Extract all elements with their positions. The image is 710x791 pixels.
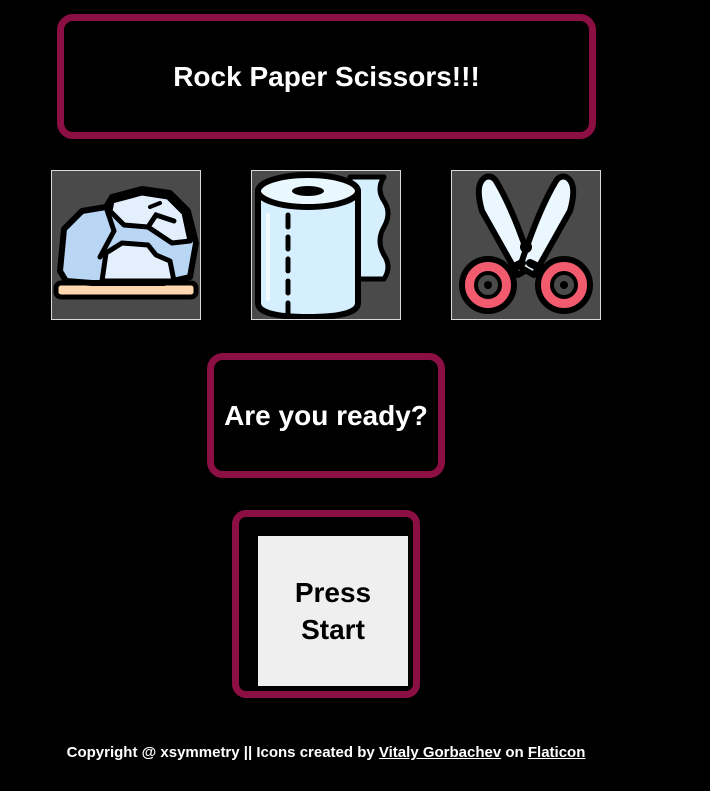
start-button[interactable]: Press Start	[258, 536, 408, 686]
game-page: Rock Paper Scissors!!! Are you ready? Pr…	[0, 0, 710, 791]
footer-middle: on	[501, 744, 528, 761]
title-box: Rock Paper Scissors!!!	[57, 14, 596, 139]
flaticon-link[interactable]: Flaticon	[528, 744, 586, 761]
rock-choice[interactable]	[51, 170, 201, 320]
scissors-choice[interactable]	[451, 170, 601, 320]
author-link[interactable]: Vitaly Gorbachev	[379, 744, 501, 761]
start-button-frame: Press Start	[232, 510, 420, 698]
footer-credits: Copyright @ xsymmetry || Icons created b…	[0, 744, 652, 761]
start-button-label-line2: Start	[301, 614, 365, 645]
game-title: Rock Paper Scissors!!!	[173, 60, 480, 92]
start-button-label-line1: Press	[294, 577, 372, 608]
rock-icon	[52, 171, 200, 319]
paper-roll-icon	[252, 171, 400, 319]
status-box: Are you ready?	[207, 353, 445, 478]
status-message: Are you ready?	[224, 399, 428, 431]
paper-choice[interactable]	[251, 170, 401, 320]
footer-prefix: Copyright @ xsymmetry || Icons created b…	[66, 744, 379, 761]
scissors-icon	[452, 171, 600, 319]
